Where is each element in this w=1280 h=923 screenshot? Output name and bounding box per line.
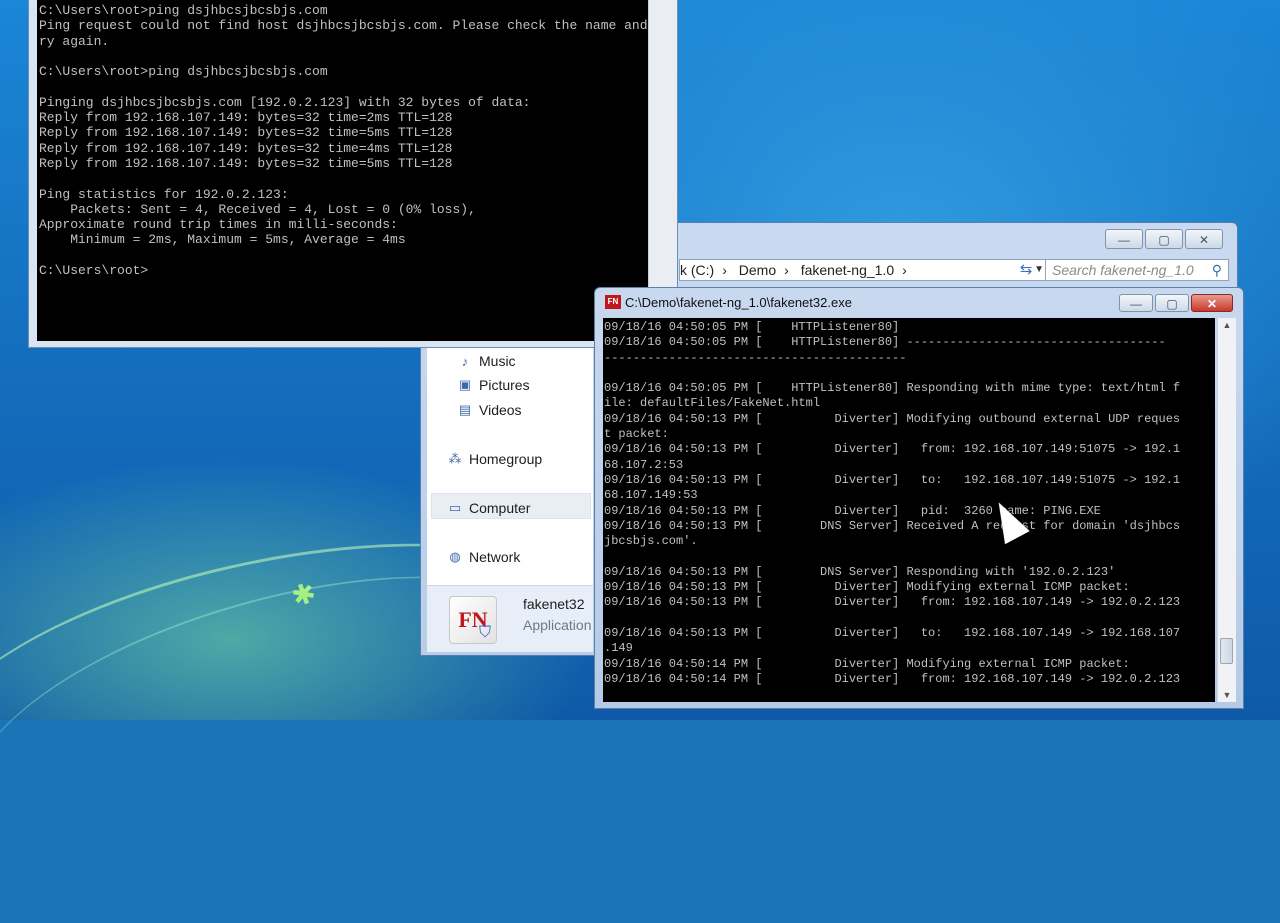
scroll-down-icon[interactable]: ▼ xyxy=(1218,690,1236,700)
console-line: 09/18/16 04:50:13 PM [ Diverter] from: 1… xyxy=(604,442,1181,457)
console-line: jbcsbjs.com'. xyxy=(604,534,698,549)
music-icon: ♪ xyxy=(461,353,469,369)
refresh-icon[interactable]: ⇆ xyxy=(1015,259,1037,281)
nav-item-network[interactable]: ◍ Network xyxy=(447,549,520,565)
console-line: 09/18/16 04:50:13 PM [ Diverter] to: 192… xyxy=(604,625,1181,640)
console-line: ry again. xyxy=(39,33,110,49)
close-button[interactable]: ✕ xyxy=(1191,294,1233,312)
videos-icon: ▤ xyxy=(458,402,472,417)
console-line: 09/18/16 04:50:14 PM [ Diverter] Modifyi… xyxy=(604,656,1130,671)
details-file-type: Application xyxy=(523,617,592,633)
window-title: C:\Demo\fakenet-ng_1.0\fakenet32.exe xyxy=(625,295,852,310)
fakenet-console-output[interactable]: 09/18/16 04:50:05 PM [ HTTPListener80] 09… xyxy=(603,318,1215,702)
nav-item-music[interactable]: ♪ Music xyxy=(457,353,516,369)
chevron-right-icon: › xyxy=(902,262,907,278)
fakenet-window-controls: — ▢ ✕ xyxy=(1119,294,1233,312)
console-line: 09/18/16 04:50:05 PM [ HTTPListener80] xyxy=(604,320,900,334)
network-icon: ◍ xyxy=(449,549,461,564)
maximize-button[interactable]: ▢ xyxy=(1145,229,1183,249)
console-line: 09/18/16 04:50:13 PM [ Diverter] from: 1… xyxy=(604,595,1181,610)
console-line: 09/18/16 04:50:13 PM [ Diverter] Modifyi… xyxy=(604,411,1181,426)
search-placeholder: Search fakenet-ng_1.0 xyxy=(1052,262,1194,278)
console-line: Reply from 192.168.107.149: bytes=32 tim… xyxy=(39,125,453,141)
fakenet-scrollbar[interactable]: ▲ ▼ xyxy=(1217,318,1236,702)
details-file-name: fakenet32 xyxy=(523,596,585,612)
console-line: 09/18/16 04:50:05 PM [ HTTPListener80] -… xyxy=(604,335,1166,350)
computer-icon: ▭ xyxy=(448,500,462,515)
uac-shield-icon: ⛉ xyxy=(479,624,492,641)
nav-item-label: Network xyxy=(469,549,521,565)
nav-item-videos[interactable]: ▤ Videos xyxy=(457,402,522,418)
chevron-right-icon: › xyxy=(784,262,789,278)
command-prompt-window[interactable]: C:\Users\root>ping dsjhbcsjbcsbjs.com Pin… xyxy=(28,0,678,348)
nav-item-label: Music xyxy=(479,353,516,369)
nav-item-label: Homegroup xyxy=(469,451,543,467)
details-pane: FN ⛉ fakenet32 Application xyxy=(427,585,593,652)
scrollbar-thumb[interactable] xyxy=(1220,638,1233,664)
console-line: C:\Users\root> xyxy=(39,263,149,279)
search-input[interactable]: Search fakenet-ng_1.0 ⚲ xyxy=(1045,259,1229,281)
console-line: ile: defaultFiles/FakeNet.html xyxy=(604,396,821,411)
nav-item-computer[interactable]: ▭ Computer xyxy=(447,500,531,516)
minimize-button[interactable]: — xyxy=(1119,294,1153,312)
pictures-icon: ▣ xyxy=(458,377,472,392)
console-line: ----------------------------------------… xyxy=(604,350,907,365)
console-line: Ping statistics for 192.0.2.123: xyxy=(39,186,289,202)
console-line: 09/18/16 04:50:13 PM [ Diverter] to: 192… xyxy=(604,472,1181,487)
console-line: C:\Users\root>ping dsjhbcsjbcsbjs.com xyxy=(39,64,328,80)
console-line: 09/18/16 04:50:13 PM [ DNS Server] Recei… xyxy=(604,518,1181,533)
breadcrumb-demo[interactable]: Demo xyxy=(739,262,776,278)
console-line: 09/18/16 04:50:13 PM [ Diverter] Modifyi… xyxy=(604,580,1130,595)
breadcrumb-drive[interactable]: k (C:) xyxy=(680,262,714,278)
address-bar[interactable]: k (C:) › Demo › fakenet-ng_1.0 › ▼ xyxy=(679,259,1059,281)
minimize-button[interactable]: — xyxy=(1105,229,1143,249)
nav-item-label: Videos xyxy=(479,402,522,418)
close-button[interactable]: ✕ xyxy=(1185,229,1223,249)
nav-item-homegroup[interactable]: ⁂ Homegroup xyxy=(447,451,543,467)
fakenet-console-window[interactable]: FN C:\Demo\fakenet-ng_1.0\fakenet32.exe … xyxy=(594,287,1244,709)
console-line: t packet: xyxy=(604,427,669,442)
nav-item-label: Computer xyxy=(469,500,531,516)
console-line: Reply from 192.168.107.149: bytes=32 tim… xyxy=(39,140,453,156)
explorer-window-controls: — ▢ ✕ xyxy=(1105,229,1223,249)
console-line: Minimum = 2ms, Maximum = 5ms, Average = … xyxy=(39,232,406,248)
console-line: 09/18/16 04:50:13 PM [ DNS Server] Respo… xyxy=(604,564,1116,579)
console-line: 09/18/16 04:50:05 PM [ HTTPListener80] R… xyxy=(604,381,1181,396)
console-line: Packets: Sent = 4, Received = 4, Lost = … xyxy=(39,201,476,217)
chevron-right-icon: › xyxy=(722,262,727,278)
homegroup-icon: ⁂ xyxy=(448,451,462,466)
console-line: Reply from 192.168.107.149: bytes=32 tim… xyxy=(39,110,453,126)
console-line: Pinging dsjhbcsjbcsbjs.com [192.0.2.123]… xyxy=(39,94,531,110)
console-line: 09/18/16 04:50:13 PM [ Diverter] pid: 32… xyxy=(604,503,1101,518)
search-icon[interactable]: ⚲ xyxy=(1212,260,1222,280)
cmd-console-output[interactable]: C:\Users\root>ping dsjhbcsjbcsbjs.com Pin… xyxy=(37,0,649,341)
console-line: .149 xyxy=(604,641,633,656)
console-line: 68.107.149:53 xyxy=(604,488,698,503)
breadcrumb-fakenet[interactable]: fakenet-ng_1.0 xyxy=(801,262,894,278)
console-line: Ping request could not find host dsjhbcs… xyxy=(39,18,649,34)
fakenet-icon: FN xyxy=(605,295,621,309)
console-line: Reply from 192.168.107.149: bytes=32 tim… xyxy=(39,155,453,171)
console-line: 09/18/16 04:50:14 PM [ Diverter] from: 1… xyxy=(604,671,1181,686)
console-line: Approximate round trip times in milli-se… xyxy=(39,217,398,233)
console-line: C:\Users\root>ping dsjhbcsjbcsbjs.com xyxy=(39,3,328,18)
scroll-up-icon[interactable]: ▲ xyxy=(1218,320,1236,330)
nav-item-pictures[interactable]: ▣ Pictures xyxy=(457,377,530,393)
console-line: 68.107.2:53 xyxy=(604,457,684,472)
maximize-button[interactable]: ▢ xyxy=(1155,294,1189,312)
nav-item-label: Pictures xyxy=(479,377,530,393)
